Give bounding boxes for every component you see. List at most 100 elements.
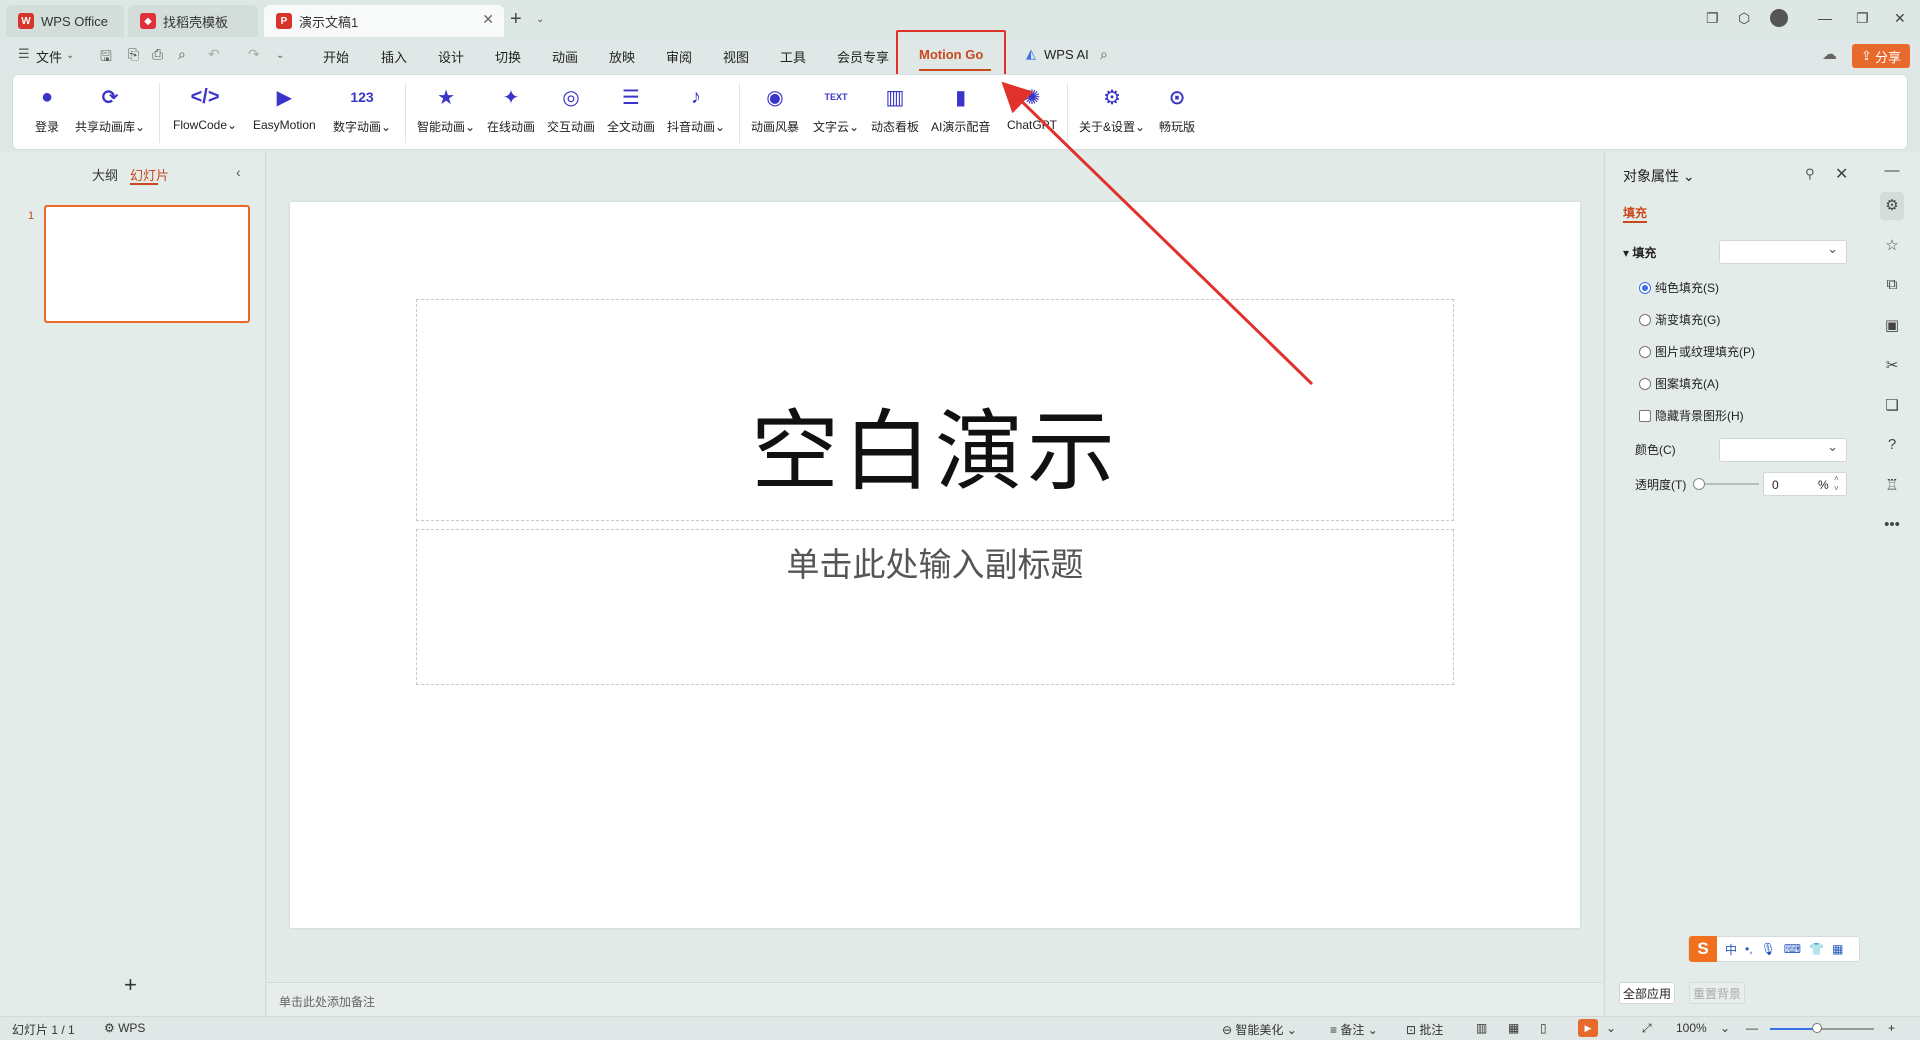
menu-member[interactable]: 会员专享 xyxy=(837,47,889,66)
about-settings-button[interactable]: ⚙ 关于&设置⌄ xyxy=(1079,85,1145,135)
interactive-animation-button[interactable]: ◎ 交互动画 xyxy=(547,85,595,135)
shirt-icon[interactable]: ♖ xyxy=(1880,476,1904,494)
login-button[interactable]: ● 登录 xyxy=(35,85,59,135)
menu-tools[interactable]: 工具 xyxy=(780,47,806,66)
fill-section-header[interactable]: ▾ 填充 xyxy=(1623,244,1656,261)
menu-transition[interactable]: 切换 xyxy=(495,47,521,66)
slide-thumbnail[interactable] xyxy=(44,205,250,323)
easymotion-button[interactable]: ▶ EasyMotion xyxy=(253,85,316,133)
menu-animation[interactable]: 动画 xyxy=(552,47,578,66)
keyboard-icon[interactable]: ⌨ xyxy=(1784,942,1801,956)
menu-slideshow[interactable]: 放映 xyxy=(609,47,635,66)
color-select[interactable] xyxy=(1719,438,1847,462)
fill-type-select[interactable] xyxy=(1719,240,1847,264)
undo-icon[interactable]: ↶ xyxy=(208,46,220,63)
notes-toggle[interactable]: ≡ 备注 ⌄ xyxy=(1330,1021,1378,1038)
flowcode-button[interactable]: </> FlowCode⌄ xyxy=(173,85,237,133)
tab-wps-office[interactable]: W WPS Office xyxy=(6,5,124,37)
more-icon[interactable]: ••• xyxy=(1880,516,1904,533)
menu-wps-ai[interactable]: WPS AI xyxy=(1044,47,1089,62)
cube-icon[interactable]: ⬡ xyxy=(1738,10,1750,27)
minimize-icon[interactable]: — xyxy=(1818,10,1832,26)
number-animation-button[interactable]: 123 数字动画⌄ xyxy=(333,85,391,135)
book-icon[interactable]: ❏ xyxy=(1880,396,1904,414)
avatar[interactable] xyxy=(1770,9,1788,27)
fit-window-icon[interactable]: ⤢ xyxy=(1642,1021,1652,1036)
chevron-down-icon[interactable]: ⌄ xyxy=(1720,1021,1730,1035)
free-play-toggle[interactable]: ⊙ 畅玩版 xyxy=(1159,85,1195,135)
text-cloud-button[interactable]: TEXT 文字云⌄ xyxy=(813,85,859,135)
tiktok-animation-button[interactable]: ♪ 抖音动画⌄ xyxy=(667,85,725,135)
ime-toolbar[interactable]: S 中 •, 🎙 ⌨ 👕 ▦ xyxy=(1688,936,1860,962)
skin-icon[interactable]: 👕 xyxy=(1809,942,1824,956)
tab-fill[interactable]: 填充 xyxy=(1623,204,1647,221)
search-icon[interactable]: ⌕ xyxy=(1100,46,1108,63)
animation-storm-button[interactable]: ◉ 动画风暴 xyxy=(751,85,799,135)
collapse-icon[interactable]: — xyxy=(1880,162,1904,179)
help-icon[interactable]: ? xyxy=(1880,436,1904,453)
transparency-slider-handle[interactable] xyxy=(1693,478,1705,490)
cloud-upload-icon[interactable]: ☁ xyxy=(1822,45,1837,63)
hide-background-checkbox[interactable]: 隐藏背景图形(H) xyxy=(1639,407,1744,424)
chevron-down-icon[interactable]: ⌄ xyxy=(276,50,284,61)
smart-animation-button[interactable]: ★ 智能动画⌄ xyxy=(417,85,475,135)
theme-name[interactable]: ⚙ WPS xyxy=(104,1021,145,1035)
stepper-icon[interactable]: ˄ ˅ xyxy=(1834,474,1839,494)
properties-icon[interactable]: ⚙ xyxy=(1880,192,1904,220)
reading-view-icon[interactable]: ▯ xyxy=(1540,1021,1547,1035)
menu-view[interactable]: 视图 xyxy=(723,47,749,66)
menu-insert[interactable]: 插入 xyxy=(381,47,407,66)
tab-docer-templates[interactable]: ◆ 找稻壳模板 xyxy=(128,5,258,37)
apps-icon[interactable]: ▦ xyxy=(1832,942,1843,956)
restore-icon[interactable]: ❐ xyxy=(1856,10,1869,27)
normal-view-icon[interactable]: ▥ xyxy=(1476,1021,1487,1035)
window-layout-icon[interactable]: ❐ xyxy=(1706,10,1719,27)
chevron-down-icon[interactable]: ⌄ xyxy=(66,50,74,61)
tab-slides[interactable]: 幻灯片 xyxy=(130,165,169,184)
title-placeholder[interactable]: 空白演示 xyxy=(416,299,1454,521)
smart-beautify-button[interactable]: ⊖ 智能美化 ⌄ xyxy=(1222,1021,1297,1038)
shared-library-button[interactable]: ⟳ 共享动画库⌄ xyxy=(75,85,145,135)
microphone-icon[interactable]: 🎙 xyxy=(1761,942,1776,956)
pin-icon[interactable]: ⚲ xyxy=(1805,166,1815,182)
close-window-icon[interactable]: ✕ xyxy=(1894,10,1906,27)
save-icon[interactable]: 🖫 xyxy=(100,46,112,70)
play-slideshow-button[interactable]: ▶ xyxy=(1578,1019,1598,1037)
solid-fill-radio[interactable]: 纯色填充(S) xyxy=(1639,279,1719,296)
share-button[interactable]: ⇪ 分享 xyxy=(1852,44,1910,68)
slide-canvas[interactable]: 空白演示 单击此处输入副标题 xyxy=(290,202,1580,928)
comments-toggle[interactable]: ⊡ 批注 xyxy=(1406,1021,1443,1038)
pattern-fill-radio[interactable]: 图案填充(A) xyxy=(1639,375,1719,392)
zoom-slider-handle[interactable] xyxy=(1811,1023,1822,1033)
image-icon[interactable]: ▣ xyxy=(1880,316,1904,334)
apply-all-button[interactable]: 全部应用 xyxy=(1619,982,1675,1004)
redo-icon[interactable]: ↷ xyxy=(248,46,260,63)
hamburger-icon[interactable]: ☰ xyxy=(18,46,30,62)
export-icon[interactable]: ⎘ xyxy=(128,46,139,63)
chatgpt-button[interactable]: ✺ ChatGPT xyxy=(1007,85,1057,133)
picture-fill-radio[interactable]: 图片或纹理填充(P) xyxy=(1639,343,1755,360)
panel-title[interactable]: 对象属性 ⌄ xyxy=(1623,166,1695,186)
chevron-left-icon[interactable]: ‹ xyxy=(236,164,241,180)
grid-view-icon[interactable]: ▦ xyxy=(1508,1021,1519,1035)
close-icon[interactable]: ✕ xyxy=(1835,164,1848,184)
copy-icon[interactable]: ⧉ xyxy=(1880,276,1904,293)
close-tab-icon[interactable]: ✕ xyxy=(482,11,494,28)
print-icon[interactable]: ⎙ xyxy=(152,46,163,63)
add-slide-icon[interactable]: + xyxy=(124,972,137,998)
tab-outline[interactable]: 大纲 xyxy=(92,165,118,184)
reset-background-button[interactable]: 重置背景 xyxy=(1689,982,1745,1004)
zoom-out-icon[interactable]: — xyxy=(1746,1021,1758,1035)
punctuation-icon[interactable]: •, xyxy=(1745,942,1753,956)
menu-file[interactable]: 文件 xyxy=(36,47,62,66)
tools-icon[interactable]: ✂ xyxy=(1880,356,1904,374)
menu-review[interactable]: 审阅 xyxy=(666,47,692,66)
menu-home[interactable]: 开始 xyxy=(323,47,349,66)
subtitle-placeholder[interactable]: 单击此处输入副标题 xyxy=(416,529,1454,685)
star-icon[interactable]: ☆ xyxy=(1880,236,1904,254)
new-tab-icon[interactable]: + xyxy=(510,8,522,31)
ime-mode[interactable]: 中 xyxy=(1725,941,1737,958)
menu-design[interactable]: 设计 xyxy=(438,47,464,66)
gradient-fill-radio[interactable]: 渐变填充(G) xyxy=(1639,311,1720,328)
tab-presentation[interactable]: P 演示文稿1 ✕ xyxy=(264,5,504,37)
